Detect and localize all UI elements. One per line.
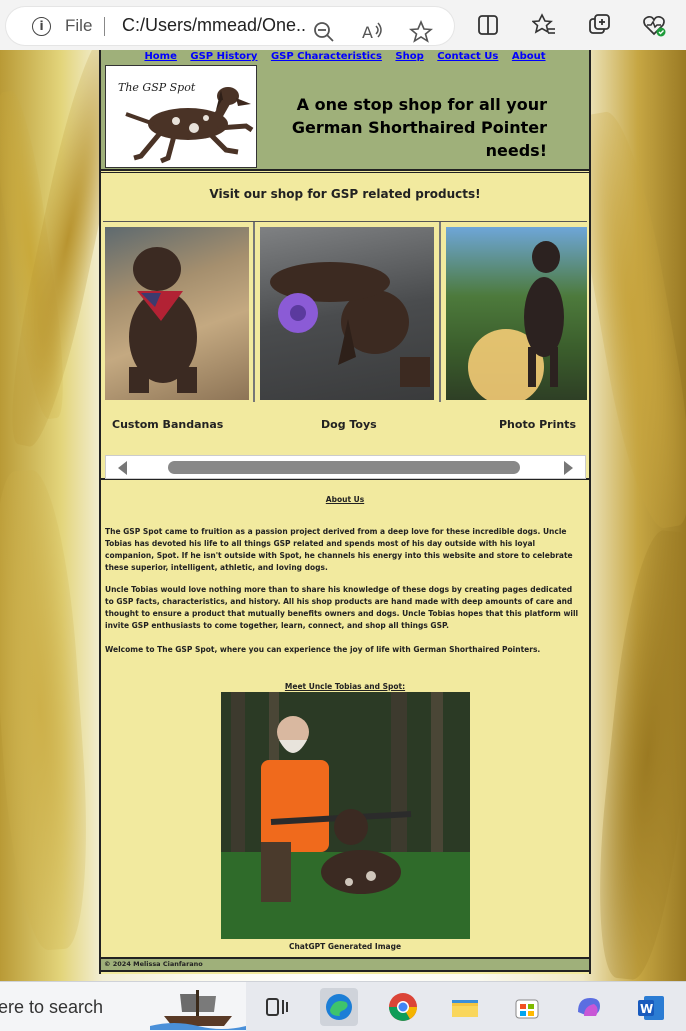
shop-title: Visit our shop for GSP related products! [209,187,481,201]
site-footer: © 2024 Melissa Cianfarano [101,957,589,972]
taskbar-search[interactable]: ere to search [0,982,246,1031]
about-section: About Us The GSP Spot came to fruition a… [101,482,589,957]
copilot-icon[interactable] [570,988,608,1026]
about-title: About Us [325,495,365,504]
product-card-prints[interactable]: Photo Prints [442,222,589,431]
chrome-icon[interactable] [384,988,422,1026]
microsoft-store-icon[interactable] [508,988,546,1026]
scroll-left-icon[interactable] [118,461,127,475]
bandana-dog-image [129,247,197,393]
taskbar-search-text[interactable]: ere to search [0,997,103,1018]
bandana-dog-photo[interactable] [105,227,249,400]
product-card-toys[interactable]: Dog Toys [256,222,441,431]
nav-gsp-characteristics[interactable]: GSP Characteristics [271,51,382,62]
about-paragraph-3: Welcome to The GSP Spot, where you can e… [105,645,541,654]
scroll-right-icon[interactable] [564,461,573,475]
zoom-out-icon[interactable] [312,20,336,44]
address-bar[interactable]: i File C:/Users/mmead/One... A [6,7,454,45]
nav-about[interactable]: About [512,51,546,62]
info-icon[interactable]: i [32,17,51,36]
scrollbar-thumb[interactable] [168,461,520,474]
tagline-line-1: A one stop shop for all your [296,95,547,114]
site-header: Home GSP History GSP Characteristics Sho… [101,50,589,171]
site-logo[interactable]: The GSP Spot [105,65,257,168]
pointer-dog-logo-icon [125,87,254,164]
product-label-bandanas[interactable]: Custom Bandanas [112,418,223,431]
edge-app-button[interactable] [320,988,358,1026]
meet-heading: Meet Uncle Tobias and Spot: [284,682,406,691]
pirate-ship-icon [150,990,246,1030]
favorites-icon[interactable] [532,13,556,37]
browser-toolbar: i File C:/Users/mmead/One... A [0,0,686,50]
read-aloud-icon[interactable]: A [360,20,384,44]
svg-text:A: A [362,23,373,42]
tagline-line-2: German Shorthaired Pointer needs! [291,118,547,160]
windows-taskbar: ere to search W [0,981,686,1031]
task-view-icon[interactable] [258,988,296,1026]
photo-prints-photo[interactable] [446,227,587,400]
dog-toys-photo[interactable] [260,227,434,400]
about-paragraph-1: The GSP Spot came to fruition as a passi… [105,527,573,572]
nav-contact-us[interactable]: Contact Us [437,51,498,62]
tobias-and-spot-photo [221,692,470,939]
svg-text:W: W [640,1002,653,1016]
browser-essentials-icon[interactable] [642,13,666,37]
nav-gsp-history[interactable]: GSP History [190,51,257,62]
split-screen-icon[interactable] [476,13,500,37]
forest-hunter-dog-image [221,692,470,939]
web-page: Home GSP History GSP Characteristics Sho… [99,50,591,974]
shop-section: Visit our shop for GSP related products!… [101,172,589,480]
favorite-star-icon[interactable] [409,20,433,44]
product-card-bandanas[interactable]: Custom Bandanas [101,222,255,431]
collections-icon[interactable] [588,13,612,37]
nav-home[interactable]: Home [144,51,176,62]
address-separator [104,17,105,36]
horizontal-scrollbar[interactable] [105,455,586,479]
edge-icon [326,994,352,1020]
about-paragraph-2: Uncle Tobias would love nothing more tha… [105,585,579,630]
file-explorer-icon[interactable] [446,988,484,1026]
product-label-prints[interactable]: Photo Prints [499,418,576,431]
site-info-label[interactable]: File [65,16,92,36]
product-label-toys[interactable]: Dog Toys [321,418,377,431]
dog-with-toy-image [270,262,430,387]
dog-in-sunlight-image [468,241,564,400]
word-icon[interactable]: W [632,988,670,1026]
nav-shop[interactable]: Shop [395,51,423,62]
main-nav: Home GSP History GSP Characteristics Sho… [101,51,589,62]
site-tagline: A one stop shop for all your German Shor… [259,93,547,162]
url-text[interactable]: C:/Users/mmead/One... [122,15,307,36]
image-caption: ChatGPT Generated Image [288,942,402,951]
